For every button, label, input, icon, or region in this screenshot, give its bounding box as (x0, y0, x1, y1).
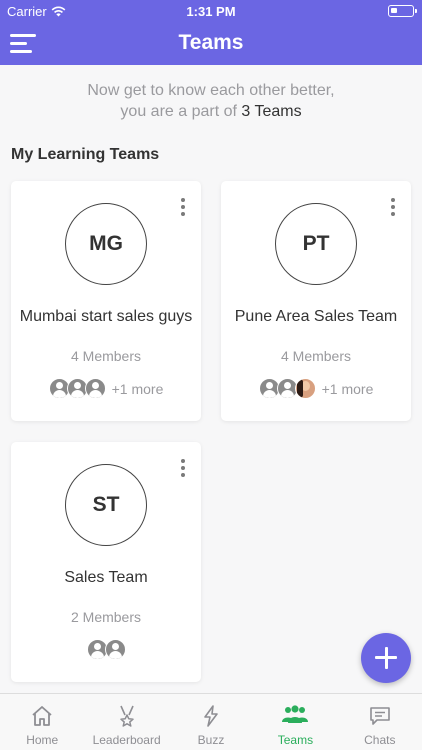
nav-bar: Teams (0, 22, 422, 65)
more-members-label: +1 more (321, 380, 374, 397)
team-card[interactable]: PT Pune Area Sales Team 4 Members +1 mor… (221, 181, 411, 421)
group-icon (282, 705, 309, 723)
tab-label: Chats (364, 733, 396, 747)
status-bar: Carrier 1:31 PM (0, 0, 422, 22)
more-members-label: +1 more (111, 380, 164, 397)
tab-home[interactable]: Home (0, 694, 84, 750)
member-count: 4 Members (280, 348, 352, 364)
team-count: 3 Teams (241, 103, 302, 120)
tab-label: Leaderboard (92, 733, 161, 747)
add-team-button[interactable] (361, 633, 411, 683)
tab-buzz[interactable]: Buzz (169, 694, 253, 750)
member-avatar-icon (84, 378, 106, 399)
tab-bar: Home Leaderboard Buzz Teams Chats (0, 693, 422, 750)
member-avatar-icon (104, 639, 126, 660)
tab-label: Teams (277, 733, 314, 747)
page-title: Teams (178, 31, 244, 54)
member-count: 2 Members (70, 609, 142, 625)
member-count: 4 Members (70, 348, 142, 364)
team-card[interactable]: MG Mumbai start sales guys 4 Members +1 … (11, 181, 201, 421)
member-avatars (11, 639, 201, 660)
tab-chats[interactable]: Chats (338, 694, 422, 750)
medal-icon (119, 705, 134, 727)
more-options-icon[interactable] (179, 459, 187, 479)
section-title: My Learning Teams (11, 146, 160, 163)
intro-line-1: Now get to know each other better, (87, 82, 335, 99)
intro-line-2: you are a part of 3 Teams (0, 101, 422, 122)
tab-label: Buzz (197, 733, 225, 747)
tab-leaderboard[interactable]: Leaderboard (84, 694, 168, 750)
home-icon (32, 706, 52, 726)
member-photo (294, 378, 316, 399)
tab-label: Home (26, 733, 59, 747)
team-name: Sales Team (64, 569, 148, 586)
team-name: Mumbai start sales guys (19, 308, 193, 325)
member-avatars: +1 more (11, 378, 201, 399)
member-avatars: +1 more (221, 378, 411, 399)
plus-icon-vertical (384, 647, 388, 669)
more-options-icon[interactable] (179, 198, 187, 218)
team-avatar: MG (65, 203, 147, 285)
more-options-icon[interactable] (389, 198, 397, 218)
chat-icon (370, 707, 390, 725)
battery-icon (388, 5, 417, 17)
status-time: 1:31 PM (186, 4, 236, 19)
team-name: Pune Area Sales Team (234, 308, 398, 325)
team-avatar: PT (275, 203, 357, 285)
team-avatar: ST (65, 464, 147, 546)
intro-line-2-prefix: you are a part of (120, 103, 242, 120)
lightning-icon (204, 705, 218, 727)
tab-teams[interactable]: Teams (253, 694, 337, 750)
team-card[interactable]: ST Sales Team 2 Members (11, 442, 201, 682)
intro-text: Now get to know each other better, you a… (0, 80, 422, 122)
